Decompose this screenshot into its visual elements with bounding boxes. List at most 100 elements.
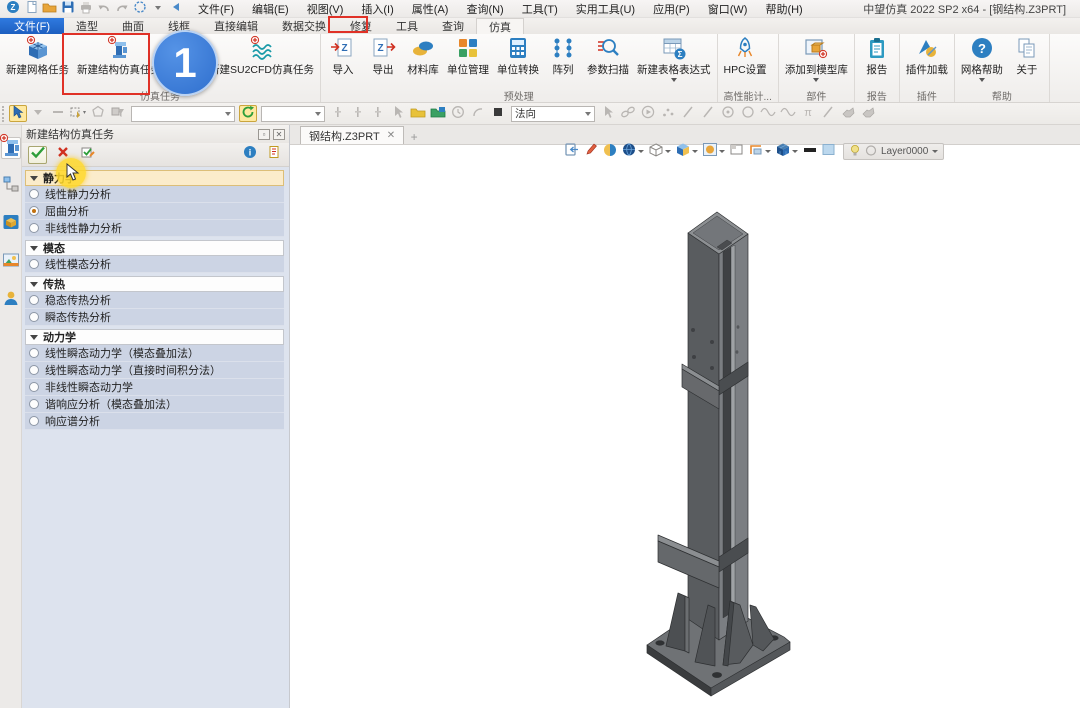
model-steel-column[interactable] — [590, 185, 820, 708]
ribbon-button[interactable]: 单位管理 — [443, 35, 493, 76]
section-view-button[interactable] — [747, 144, 764, 160]
refresh-green-button[interactable] — [239, 105, 257, 122]
direction-combo[interactable]: 法向 — [511, 106, 595, 122]
document-tab[interactable]: 钢结构.Z3PRT✕ — [300, 126, 404, 144]
pencil-red-button[interactable] — [582, 144, 599, 160]
shaded-cube-button[interactable] — [674, 144, 691, 160]
radio-button[interactable] — [29, 189, 39, 199]
dropdown-arrow-icon[interactable] — [638, 150, 644, 153]
panel-close-button[interactable]: ✕ — [273, 129, 285, 140]
bars-gray-button[interactable] — [349, 105, 367, 122]
menu-item[interactable]: 编辑(E) — [243, 0, 298, 18]
dropdown-arrow-icon[interactable] — [665, 150, 671, 153]
ribbon-button[interactable]: 材料库 — [403, 35, 443, 76]
small-window-button[interactable] — [728, 144, 745, 160]
dropdown-arrow-icon[interactable] — [671, 78, 677, 82]
section-header-传热[interactable]: 传热 — [25, 276, 284, 292]
dropdown-arrow-icon[interactable] — [932, 150, 938, 153]
ribbon-button[interactable]: Z导入 — [323, 35, 363, 76]
ribbon-button[interactable]: 报告 — [857, 35, 897, 76]
ribbon-button[interactable]: 新建网格任务 — [2, 35, 73, 76]
ribbon-tab-造型[interactable]: 造型 — [64, 18, 110, 34]
ribbon-tab-数据交换[interactable]: 数据交换 — [270, 18, 338, 34]
hand-gray-button[interactable] — [839, 105, 857, 122]
toolbar-grip[interactable] — [2, 106, 6, 122]
analysis-option[interactable]: 线性瞬态动力学（模态叠加法） — [25, 345, 284, 362]
view-sphere-button[interactable] — [620, 144, 637, 160]
exit-env-button[interactable] — [563, 144, 580, 160]
ribbon-tab-直接编辑[interactable]: 直接编辑 — [202, 18, 270, 34]
bars-gray-button[interactable] — [329, 105, 347, 122]
folder-color-button[interactable] — [429, 105, 447, 122]
sine-gray-button[interactable] — [759, 105, 777, 122]
pick-box-button[interactable] — [69, 105, 87, 122]
confirm-check-button[interactable] — [28, 146, 47, 164]
analysis-option[interactable]: 线性静力分析 — [25, 186, 284, 203]
black-square-button[interactable] — [489, 105, 507, 122]
link-gray-button[interactable] — [619, 105, 637, 122]
radio-button[interactable] — [29, 223, 39, 233]
ribbon-tab-工具[interactable]: 工具 — [384, 18, 430, 34]
radio-button[interactable] — [29, 295, 39, 305]
chevron-gray-button[interactable] — [29, 105, 47, 122]
analysis-option[interactable]: 瞬态传热分析 — [25, 309, 284, 326]
redo-button[interactable] — [114, 2, 129, 16]
shade-split-button[interactable] — [601, 144, 618, 160]
ribbon-tab-修复[interactable]: 修复 — [338, 18, 384, 34]
new-doc-button[interactable] — [24, 2, 39, 16]
ribbon-tab-仿真[interactable]: 仿真 — [476, 18, 524, 34]
menu-item[interactable]: 视图(V) — [298, 0, 353, 18]
secondary-combo[interactable] — [261, 106, 325, 122]
menu-item[interactable]: 应用(P) — [644, 0, 699, 18]
render-mode-button[interactable] — [701, 144, 718, 160]
menu-item[interactable]: 插入(I) — [352, 0, 402, 18]
ribbon-tab-曲面[interactable]: 曲面 — [110, 18, 156, 34]
texture-cube-button[interactable] — [774, 144, 791, 160]
ribbon-button[interactable]: Σ新建表格表达式 — [633, 35, 715, 82]
sine-gray-button[interactable] — [779, 105, 797, 122]
dropdown-arrow-icon[interactable] — [692, 150, 698, 153]
analysis-option[interactable]: 非线性静力分析 — [25, 220, 284, 237]
menu-item[interactable]: 属性(A) — [403, 0, 458, 18]
open-folder-button[interactable] — [42, 2, 57, 16]
analysis-option[interactable]: 谐响应分析（模态叠加法） — [25, 396, 284, 413]
radio-button[interactable] — [29, 416, 39, 426]
info-circle-button[interactable]: i — [240, 146, 259, 164]
ribbon-button[interactable]: 插件加载 — [902, 35, 952, 76]
cursor-gray-button[interactable] — [599, 105, 617, 122]
select-arrow-button[interactable] — [9, 105, 27, 122]
dropdown-arrow-icon[interactable] — [979, 78, 985, 82]
save-floppy-button[interactable] — [60, 2, 75, 16]
radio-button[interactable] — [29, 312, 39, 322]
viewport-3d[interactable]: Layer0000 — [290, 145, 1080, 708]
ribbon-button[interactable]: HPC设置 — [720, 35, 771, 76]
radio-button[interactable] — [29, 399, 39, 409]
blue-square-button[interactable] — [820, 144, 837, 160]
ribbon-tab-查询[interactable]: 查询 — [430, 18, 476, 34]
radio-button[interactable] — [29, 206, 39, 216]
ribbon-button[interactable]: 阵列 — [543, 35, 583, 76]
radio-button[interactable] — [29, 382, 39, 392]
arc-gray-button[interactable] — [469, 105, 487, 122]
play-left-button[interactable] — [168, 2, 183, 16]
analysis-option[interactable]: 非线性瞬态动力学 — [25, 379, 284, 396]
minus-gray-button[interactable] — [49, 105, 67, 122]
folder-yellow-button[interactable] — [409, 105, 427, 122]
radio-button[interactable] — [29, 365, 39, 375]
ribbon-button[interactable]: 新建SU2CFD仿真任务 — [205, 35, 318, 76]
menu-item[interactable]: 查询(N) — [457, 0, 512, 18]
printer-button[interactable] — [78, 2, 93, 16]
analysis-option[interactable]: 响应谱分析 — [25, 413, 284, 430]
cursor-gray-button[interactable] — [389, 105, 407, 122]
layer-selector[interactable]: Layer0000 — [843, 143, 944, 160]
target-circle-button[interactable] — [132, 2, 147, 16]
pi-gray-button[interactable]: π — [799, 105, 817, 122]
ribbon-button[interactable]: ?网格帮助 — [957, 35, 1007, 82]
dropdown-arrow-icon[interactable] — [719, 150, 725, 153]
dock-visual-image-button[interactable] — [1, 251, 21, 273]
app-logo-button[interactable]: Z — [6, 2, 21, 16]
analysis-option[interactable]: 线性模态分析 — [25, 256, 284, 273]
ribbon-button[interactable]: Z导出 — [363, 35, 403, 76]
dock-struct-task-button[interactable] — [1, 137, 21, 159]
play-gray-button[interactable] — [639, 105, 657, 122]
